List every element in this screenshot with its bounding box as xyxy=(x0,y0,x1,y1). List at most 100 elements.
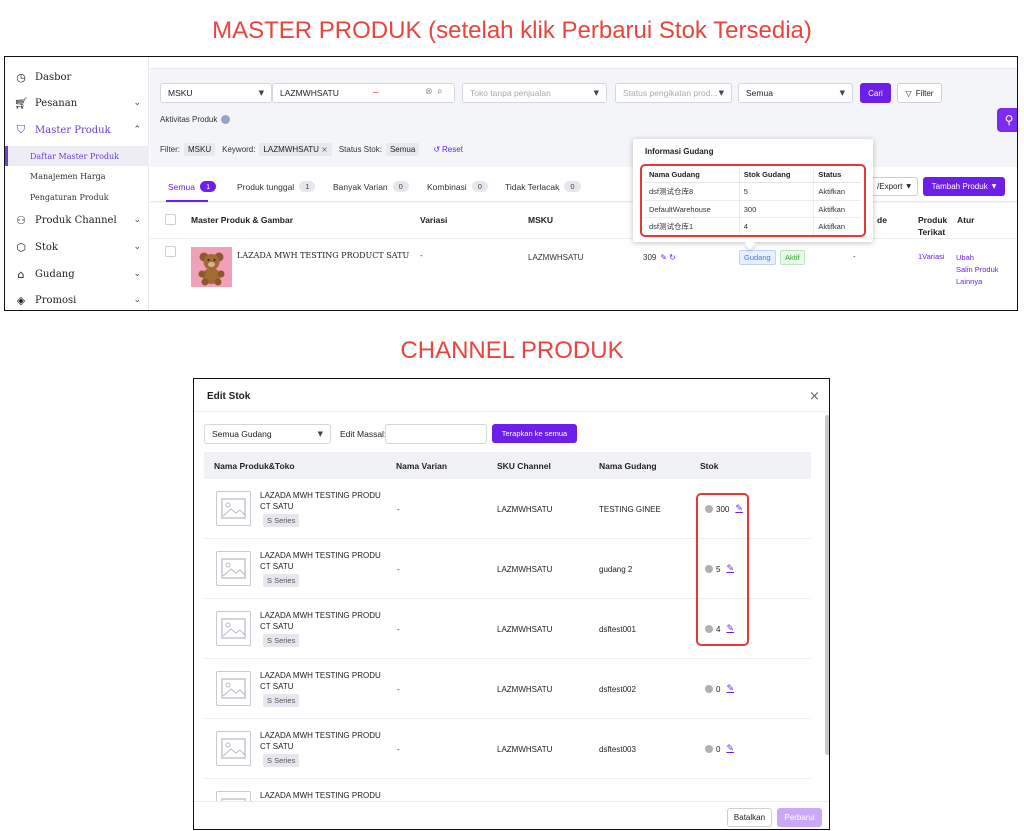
keyword-value: LAZMWHSATU xyxy=(280,88,339,98)
refresh-icon[interactable]: ↻ xyxy=(669,253,676,262)
channel-store-select[interactable]: Toko tanpa penjualan ▼ xyxy=(462,83,607,103)
channel-store-placeholder: Toko tanpa penjualan xyxy=(470,88,551,98)
tab-kombinasi[interactable]: Kombinasi 0 xyxy=(427,181,488,192)
caret-down-icon: ▼ xyxy=(906,183,911,190)
cancel-button[interactable]: Batalkan xyxy=(727,808,772,827)
search-icon[interactable]: ⌕ xyxy=(437,86,443,97)
tab-label: Kombinasi xyxy=(427,181,467,192)
product-name-line1: LAZADA MWH TESTING PRODU xyxy=(260,551,381,560)
col-msku: MSKU xyxy=(528,215,554,225)
tab-label: Tidak Terlacak xyxy=(505,181,560,192)
close-icon[interactable]: × xyxy=(321,145,328,154)
warehouse-name: gudang 2 xyxy=(599,565,633,574)
sidebar-item-stok[interactable]: ⬡ Stok ⌄ xyxy=(5,236,149,258)
close-icon[interactable]: × xyxy=(809,389,820,404)
chevron-down-icon: ⌄ xyxy=(133,295,141,305)
filter-button[interactable]: ▽ Filter xyxy=(897,83,942,103)
product-name-line1: LAZADA MWH TESTING PRODU xyxy=(260,611,381,620)
edit-icon[interactable]: ✎ xyxy=(726,744,734,754)
warehouse-info-popover: Informasi Gudang Nama Gudang Stok Gudang… xyxy=(633,139,873,250)
export-label: /Export xyxy=(877,182,903,191)
all-select[interactable]: Semua ▼ xyxy=(738,83,853,103)
filter-icon: ▽ xyxy=(905,88,912,98)
lightbulb-icon[interactable]: ⚲ xyxy=(997,108,1017,132)
edit-icon[interactable]: ✎ xyxy=(726,684,734,694)
keyword-input[interactable]: LAZMWHSATU – ⊗ ⌕ xyxy=(272,83,455,103)
export-button[interactable]: /Export ▼ xyxy=(870,177,918,196)
more-link[interactable]: Lainnya xyxy=(956,276,999,288)
caret-down-icon: ▼ xyxy=(593,89,599,97)
search-button[interactable]: Cari xyxy=(860,83,891,103)
sidebar-subitem-pengaturan-produk[interactable]: Pengaturan Produk xyxy=(5,187,149,207)
dashboard-icon: ◷ xyxy=(16,70,26,84)
sidebar-item-dasbor[interactable]: ◷ Dasbor xyxy=(5,66,149,88)
product-name-line2: CT SATU xyxy=(260,502,294,511)
reset-icon: ↺ xyxy=(433,145,441,154)
add-product-label: Tambah Produk xyxy=(931,182,988,191)
status-dot-icon xyxy=(705,745,713,753)
warehouse-select-value: Semua Gudang xyxy=(212,429,272,439)
stock-value: 0 xyxy=(716,744,721,754)
col-product-store: Nama Produk&Toko xyxy=(214,461,295,471)
product-table-header: Master Produk & Gambar Variasi MSKU de P… xyxy=(150,203,1017,239)
chevron-down-icon: ⌄ xyxy=(133,242,141,252)
search-field-value: MSKU xyxy=(168,88,193,98)
sidebar-subitem-manajemen-harga[interactable]: Manajemen Harga xyxy=(5,166,149,186)
series-badge: S Series xyxy=(263,754,300,767)
col-variant: Variasi xyxy=(420,215,448,225)
product-tabs: Semua 1 Produk tunggal 1 Banyak Varian 0 Ko… xyxy=(150,167,1017,202)
product-name: LAZADA MWH TESTING PRODU CT SATU xyxy=(260,550,390,572)
product-name-line1: LAZADA MWH TESTING PRODU xyxy=(260,731,381,740)
stock-cell: 0 ✎ xyxy=(705,744,734,754)
clear-icon[interactable]: ⊗ xyxy=(425,87,433,97)
product-activity[interactable]: Aktivitas Produk xyxy=(160,115,231,124)
tab-count: 0 xyxy=(471,181,488,192)
bound-variant-link[interactable]: 1Variasi xyxy=(918,252,945,261)
chevron-down-icon: ⌄ xyxy=(133,269,141,279)
product-name: LAZADA MWH TESTING PRODU CT SATU xyxy=(260,490,390,512)
active-tab-indicator xyxy=(166,200,208,202)
divider xyxy=(194,411,829,412)
keyword-label: Keyword: xyxy=(222,145,256,154)
col-variant-name: Nama Varian xyxy=(396,461,448,471)
col-warehouse-name: Nama Gudang xyxy=(599,461,657,471)
sidebar-subitem-daftar-master-produk[interactable]: Daftar Master Produk xyxy=(5,146,149,166)
binding-status-select[interactable]: Status pengikatan prod... ▼ xyxy=(615,83,732,103)
product-name: LAZADA MWH TESTING PRODU CT SATU xyxy=(260,670,390,692)
add-product-button[interactable]: Tambah Produk ▼ xyxy=(923,177,1005,196)
apply-to-all-button[interactable]: Terapkan ke semua xyxy=(492,424,577,443)
tab-tidak-terlacak[interactable]: Tidak Terlacak 0 xyxy=(505,181,581,192)
channel-sku: LAZMWHSATU xyxy=(497,685,553,694)
edit-link[interactable]: Ubah xyxy=(956,252,999,264)
master-heading: MASTER PRODUK (setelah klik Perbarui Sto… xyxy=(212,17,812,44)
search-field-select[interactable]: MSKU ▼ xyxy=(160,83,272,103)
stock-value: 309 xyxy=(643,253,657,262)
sidebar-item-promosi[interactable]: ◈ Promosi ⌄ xyxy=(5,289,149,310)
copy-product-link[interactable]: Salin Produk xyxy=(956,264,999,276)
update-button[interactable]: Perbarui xyxy=(777,808,822,827)
tab-produk-tunggal[interactable]: Produk tunggal 1 xyxy=(237,181,316,192)
select-all-checkbox[interactable] xyxy=(165,214,176,225)
sidebar-item-gudang[interactable]: ⌂ Gudang ⌄ xyxy=(5,263,149,285)
popover-title: Informasi Gudang xyxy=(645,147,714,156)
tab-semua[interactable]: Semua 1 xyxy=(168,181,217,192)
product-name: LAZADA MWH TESTING PRODU CT SATU xyxy=(260,610,390,632)
warehouse-select[interactable]: Semua Gudang ▼ xyxy=(204,424,331,444)
reset-link[interactable]: ↺ Reset xyxy=(433,145,463,154)
sidebar-item-master-produk[interactable]: ⛉ Master Produk ⌃ xyxy=(5,119,149,141)
sidebar-item-pesanan[interactable]: 🛒︎ Pesanan ⌄ xyxy=(5,92,149,114)
table-row: LAZADA MWH TESTING PRODUCT SATU - LAZMWH… xyxy=(150,239,1017,310)
tab-banyak-varian[interactable]: Banyak Varian 0 xyxy=(333,181,409,192)
variant-name: - xyxy=(397,745,400,754)
warehouse-tag[interactable]: Gudang xyxy=(739,250,776,265)
edit-icon[interactable]: ✎ xyxy=(660,253,667,262)
sidebar-item-label: Stok xyxy=(35,241,58,253)
sidebar-item-produk-channel[interactable]: ⚇ Produk Channel ⌄ xyxy=(5,209,149,231)
product-name[interactable]: LAZADA MWH TESTING PRODUCT SATU xyxy=(237,251,409,260)
mass-edit-input[interactable] xyxy=(385,424,487,444)
row-checkbox[interactable] xyxy=(165,246,176,257)
row-msku: LAZMWHSATU xyxy=(528,253,584,262)
stock-cell: 0 ✎ xyxy=(705,684,734,694)
scrollbar[interactable] xyxy=(825,415,829,755)
stock-value: 0 xyxy=(716,684,721,694)
